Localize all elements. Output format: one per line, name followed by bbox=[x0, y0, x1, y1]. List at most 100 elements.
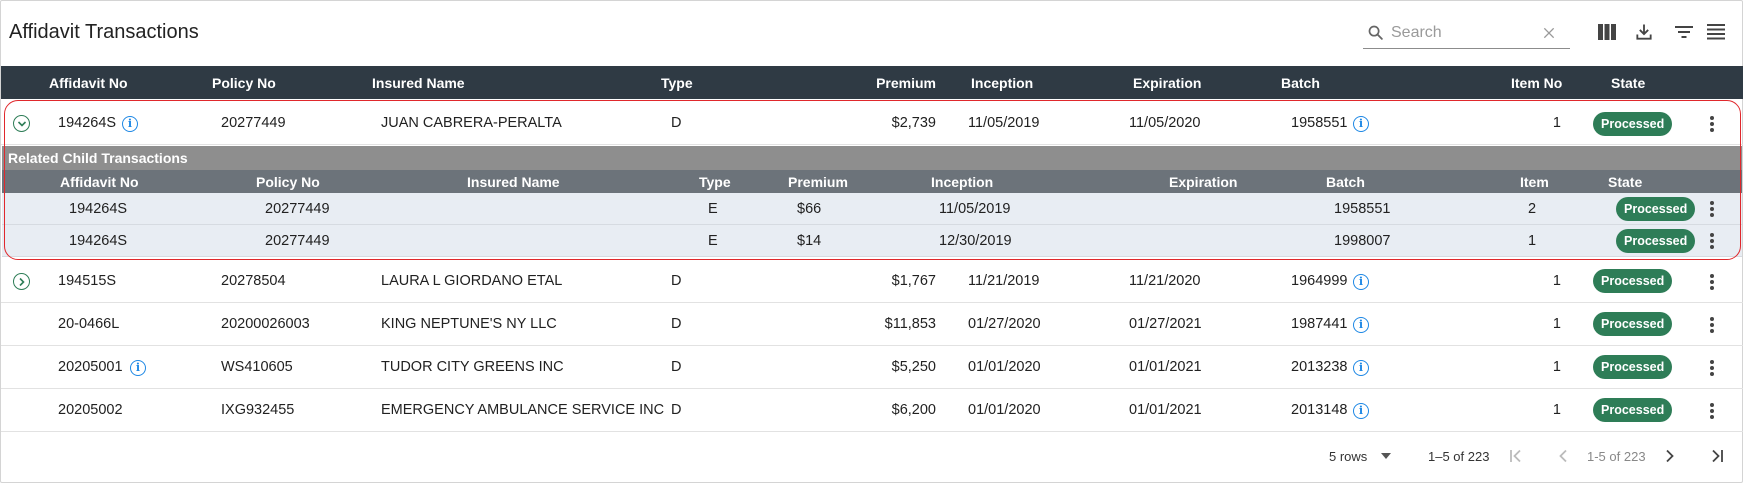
child-col-inception: Inception bbox=[931, 174, 994, 190]
premium: $5,250 bbox=[891, 359, 936, 375]
col-batch[interactable]: Batch bbox=[1281, 75, 1320, 91]
expand-row-icon[interactable] bbox=[13, 273, 30, 290]
status-badge: Processed bbox=[1593, 269, 1673, 293]
type: D bbox=[671, 316, 682, 332]
collapse-row-icon[interactable] bbox=[13, 115, 30, 132]
batch-info-icon[interactable]: i bbox=[1353, 274, 1369, 290]
more-vert-icon[interactable] bbox=[1704, 231, 1720, 251]
batch: 2013148 bbox=[1291, 402, 1348, 418]
child-table-header: Affidavit No Policy No Insured Name Type… bbox=[2, 170, 1742, 193]
range-label: 1–5 of 223 bbox=[1428, 449, 1490, 464]
col-inception[interactable]: Inception bbox=[971, 75, 1033, 91]
dropdown-arrow-icon[interactable] bbox=[1375, 445, 1397, 467]
child-col-batch: Batch bbox=[1326, 174, 1365, 190]
insured-name: KING NEPTUNE'S NY LLC bbox=[381, 316, 557, 332]
more-vert-icon[interactable] bbox=[1704, 315, 1720, 335]
status-badge: Processed bbox=[1616, 229, 1696, 253]
previous-page-icon[interactable] bbox=[1552, 445, 1574, 467]
batch: 2013238 bbox=[1291, 359, 1348, 375]
batch-info-icon[interactable]: i bbox=[1353, 403, 1369, 419]
child-col-expiration: Expiration bbox=[1169, 174, 1238, 190]
affidavit-no: 20205001 bbox=[58, 359, 123, 375]
col-insured-name[interactable]: Insured Name bbox=[372, 75, 465, 91]
first-page-icon[interactable] bbox=[1506, 445, 1528, 467]
search-box[interactable] bbox=[1363, 17, 1570, 49]
inception: 01/01/2020 bbox=[968, 359, 1041, 375]
affidavit-no: 20205002 bbox=[58, 402, 123, 418]
table-row[interactable]: 194515S 20278504 LAURA L GIORDANO ETAL D… bbox=[1, 260, 1743, 303]
child-col-affidavit-no: Affidavit No bbox=[60, 174, 139, 190]
child-policy-no: 20277449 bbox=[265, 233, 330, 249]
child-col-state: State bbox=[1608, 174, 1643, 190]
search-input[interactable] bbox=[1389, 21, 1539, 45]
batch: 1958551 bbox=[1291, 115, 1348, 131]
policy-no: 20200026003 bbox=[221, 316, 310, 332]
child-col-item: Item bbox=[1520, 174, 1549, 190]
status-badge: Processed bbox=[1593, 112, 1673, 136]
premium: $1,767 bbox=[891, 273, 936, 289]
type: D bbox=[671, 402, 682, 418]
child-type: E bbox=[708, 233, 718, 249]
table-row[interactable]: 20205002 IXG932455 EMERGENCY AMBULANCE S… bbox=[1, 389, 1743, 432]
filter-icon[interactable] bbox=[1671, 19, 1697, 45]
table-row[interactable]: 20-0466L 20200026003 KING NEPTUNE'S NY L… bbox=[1, 303, 1743, 346]
batch: 1987441 bbox=[1291, 316, 1348, 332]
more-vert-icon[interactable] bbox=[1704, 272, 1720, 292]
expiration: 11/05/2020 bbox=[1129, 115, 1201, 131]
col-affidavit-no[interactable]: Affidavit No bbox=[49, 75, 128, 91]
item-no: 1 bbox=[1552, 115, 1561, 131]
pagination-bar: 5 rows 1–5 of 223 1-5 of 223 bbox=[1, 433, 1743, 483]
child-col-insured-name: Insured Name bbox=[467, 174, 560, 190]
insured-name: TUDOR CITY GREENS INC bbox=[381, 359, 564, 375]
rows-per-page-select[interactable]: 5 rows bbox=[1329, 449, 1367, 464]
more-vert-icon[interactable] bbox=[1704, 401, 1720, 421]
col-expiration[interactable]: Expiration bbox=[1133, 75, 1201, 91]
col-policy-no[interactable]: Policy No bbox=[212, 75, 276, 91]
affidavit-info-icon[interactable]: i bbox=[130, 360, 146, 376]
batch-info-icon[interactable]: i bbox=[1353, 317, 1369, 333]
insured-name: EMERGENCY AMBULANCE SERVICE INC bbox=[381, 402, 665, 418]
child-batch: 1958551 bbox=[1334, 201, 1391, 217]
premium: $2,739 bbox=[891, 115, 936, 131]
status-badge: Processed bbox=[1593, 312, 1673, 336]
child-inception: 12/30/2019 bbox=[939, 233, 1012, 249]
more-vert-icon[interactable] bbox=[1704, 358, 1720, 378]
item-no: 1 bbox=[1552, 316, 1561, 332]
col-state[interactable]: State bbox=[1611, 75, 1645, 91]
col-premium[interactable]: Premium bbox=[856, 75, 936, 91]
batch-info-icon[interactable]: i bbox=[1353, 116, 1369, 132]
download-icon[interactable] bbox=[1631, 19, 1657, 45]
clear-search-icon[interactable] bbox=[1541, 25, 1557, 46]
page-title: Affidavit Transactions bbox=[9, 21, 199, 43]
affidavit-info-icon[interactable]: i bbox=[122, 116, 138, 132]
inception: 11/21/2019 bbox=[968, 273, 1040, 289]
type: D bbox=[671, 115, 682, 131]
child-col-premium: Premium bbox=[788, 174, 848, 190]
table-row[interactable]: 20205001 i WS410605 TUDOR CITY GREENS IN… bbox=[1, 346, 1743, 389]
more-vert-icon[interactable] bbox=[1704, 114, 1720, 134]
child-table-row[interactable]: 194264S 20277449 E $14 12/30/2019 199800… bbox=[2, 225, 1742, 257]
child-table-row[interactable]: 194264S 20277449 E $66 11/05/2019 195855… bbox=[2, 193, 1742, 225]
child-affidavit-no: 194264S bbox=[69, 201, 128, 217]
item-no: 1 bbox=[1552, 402, 1561, 418]
affidavit-no: 20-0466L bbox=[58, 316, 120, 332]
batch-info-icon[interactable]: i bbox=[1353, 360, 1369, 376]
table-toolbar: Affidavit Transactions bbox=[1, 1, 1743, 65]
inception: 11/05/2019 bbox=[968, 115, 1040, 131]
col-type[interactable]: Type bbox=[661, 75, 693, 91]
premium: $11,853 bbox=[884, 316, 936, 332]
table-header: Affidavit No Policy No Insured Name Type… bbox=[1, 66, 1743, 99]
more-vert-icon[interactable] bbox=[1704, 199, 1720, 219]
status-badge: Processed bbox=[1593, 398, 1673, 422]
next-page-icon[interactable] bbox=[1659, 445, 1681, 467]
child-item: 2 bbox=[1528, 201, 1537, 217]
table-row[interactable]: 194264S i 20277449 JUAN CABRERA-PERALTA … bbox=[1, 102, 1743, 145]
status-badge: Processed bbox=[1593, 355, 1673, 379]
density-icon[interactable] bbox=[1703, 19, 1729, 45]
columns-icon[interactable] bbox=[1594, 19, 1620, 45]
expiration: 01/27/2021 bbox=[1129, 316, 1202, 332]
insured-name: JUAN CABRERA-PERALTA bbox=[381, 115, 562, 131]
last-page-icon[interactable] bbox=[1706, 445, 1728, 467]
col-item-no[interactable]: Item No bbox=[1511, 75, 1562, 91]
child-premium: $66 bbox=[797, 201, 822, 217]
